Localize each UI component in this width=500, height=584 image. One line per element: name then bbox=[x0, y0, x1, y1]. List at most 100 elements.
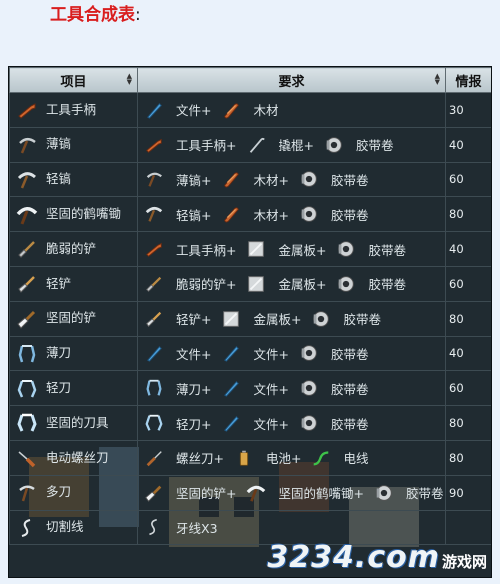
requirement-text: 木材+ bbox=[253, 207, 289, 223]
requirement-text: 轻铲+ bbox=[176, 312, 212, 328]
file-icon bbox=[221, 378, 241, 398]
item-cell: 电动螺丝刀 bbox=[9, 439, 138, 476]
requirement-item: 撬棍+ bbox=[246, 135, 323, 155]
info-cell: 40 bbox=[445, 335, 491, 372]
item-name: 轻镐 bbox=[46, 171, 72, 187]
sturdy-pickaxe-icon bbox=[246, 483, 266, 503]
info-cell: 80 bbox=[445, 300, 491, 337]
sort-arrows-icon[interactable]: ▲ ▼ bbox=[127, 73, 132, 86]
tool-handle-icon bbox=[16, 99, 38, 121]
info-cell: 40 bbox=[445, 231, 491, 267]
requirement-text: 文件+ bbox=[253, 346, 289, 362]
requirement-cell: 轻铲+ 金属板+ 胶带卷 bbox=[137, 300, 446, 337]
requirement-text: 金属板+ bbox=[253, 312, 302, 328]
table-row: 多刀 坚固的铲+ 坚固的鹤嘴锄+ 胶带卷 90 bbox=[9, 474, 491, 511]
item-name: 坚固的铲 bbox=[46, 310, 97, 326]
item-cell: 多刀 bbox=[9, 474, 138, 511]
item-cell: 坚固的铲 bbox=[9, 300, 138, 337]
item-cell: 坚固的刀具 bbox=[9, 405, 138, 441]
info-cell: 40 bbox=[445, 126, 491, 163]
requirement-item: 文件+ bbox=[221, 343, 298, 363]
item-name: 脆弱的铲 bbox=[46, 240, 97, 256]
item-cell: 轻刀 bbox=[9, 370, 138, 407]
tape-icon bbox=[299, 413, 319, 433]
table-header-row: 项目 ▲ ▼ 要求 ▲ ▼ 情报 bbox=[9, 67, 491, 93]
watermark-site: 游戏网 bbox=[441, 553, 487, 571]
tape-icon bbox=[336, 239, 356, 259]
table-row: 轻镐 薄镐+ 木材+ 胶带卷 60 bbox=[9, 161, 491, 198]
requirement-text: 脆弱的铲+ bbox=[176, 277, 237, 293]
requirement-text: 工具手柄+ bbox=[176, 138, 237, 154]
requirement-text: 电线 bbox=[343, 451, 369, 467]
info-cell: 90 bbox=[445, 474, 491, 511]
wood-icon bbox=[221, 100, 241, 120]
header-requirement-label: 要求 bbox=[278, 74, 305, 90]
light-blade-icon bbox=[144, 413, 164, 433]
header-info-label: 情报 bbox=[455, 74, 482, 90]
screwdriver-icon bbox=[144, 448, 164, 468]
page: 工具合成表: 项目 ▲ ▼ 要求 ▲ ▼ 情报 工具手柄 文件+ 木材 30 薄镐 工具手柄+ 撬棍… bbox=[0, 0, 500, 584]
sturdy-pickaxe-icon bbox=[16, 204, 38, 226]
header-requirement[interactable]: 要求 ▲ ▼ bbox=[137, 67, 446, 93]
requirement-text: 撬棍+ bbox=[278, 138, 314, 154]
requirement-text: 电池+ bbox=[265, 451, 302, 467]
requirement-text: 金属板+ bbox=[278, 242, 327, 258]
light-pickaxe-icon bbox=[144, 204, 164, 224]
table-row: 轻铲 脆弱的铲+ 金属板+ 胶带卷 60 bbox=[9, 265, 491, 302]
requirement-item: 牙线X3 bbox=[144, 517, 228, 537]
cutting-wire-icon bbox=[16, 517, 38, 539]
item-cell: 工具手柄 bbox=[9, 92, 138, 128]
table-row: 轻刀 薄刀+ 文件+ 胶带卷 60 bbox=[9, 370, 491, 407]
requirement-item: 坚固的铲+ bbox=[144, 483, 246, 503]
sort-arrows-icon[interactable]: ▲ ▼ bbox=[435, 73, 440, 86]
info-cell: 30 bbox=[445, 92, 491, 128]
metal-sheet-icon bbox=[246, 239, 266, 259]
wood-icon bbox=[221, 204, 241, 224]
requirement-item: 胶带卷 bbox=[299, 413, 379, 433]
file-icon bbox=[221, 413, 241, 433]
header-item-label: 项目 bbox=[60, 74, 87, 90]
requirement-item: 胶带卷 bbox=[311, 309, 391, 329]
sturdy-shovel-icon bbox=[16, 308, 38, 330]
light-shovel-icon bbox=[16, 273, 38, 295]
item-cell: 轻镐 bbox=[9, 161, 138, 198]
requirement-text: 胶带卷 bbox=[330, 207, 369, 223]
requirement-item: 金属板+ bbox=[246, 239, 336, 259]
floss-icon bbox=[144, 517, 164, 537]
sturdy-shovel-icon bbox=[144, 483, 164, 503]
file-icon bbox=[221, 343, 241, 363]
thin-pickaxe-icon bbox=[144, 169, 164, 189]
requirement-item: 文件+ bbox=[144, 100, 221, 120]
wire-icon bbox=[311, 448, 331, 468]
requirement-item: 胶带卷 bbox=[324, 135, 404, 155]
requirement-item: 轻刀+ bbox=[144, 413, 221, 433]
requirement-cell: 薄镐+ 木材+ 胶带卷 bbox=[137, 161, 446, 198]
fragile-shovel-icon bbox=[16, 238, 38, 260]
light-pickaxe-icon bbox=[16, 169, 38, 191]
requirement-item: 胶带卷 bbox=[299, 343, 379, 363]
electric-screwdriver-icon bbox=[16, 447, 38, 469]
info-cell: 80 bbox=[445, 405, 491, 441]
item-name: 坚固的鹤嘴锄 bbox=[46, 206, 122, 222]
requirement-cell: 工具手柄+ 撬棍+ 胶带卷 bbox=[137, 126, 446, 163]
crowbar-icon bbox=[246, 135, 266, 155]
item-cell: 坚固的鹤嘴锄 bbox=[9, 196, 138, 233]
requirement-item: 胶带卷 bbox=[336, 239, 416, 259]
requirement-text: 坚固的鹤嘴锄+ bbox=[278, 486, 364, 502]
requirement-cell: 轻刀+ 文件+ 胶带卷 bbox=[137, 405, 446, 441]
thin-pickaxe-icon bbox=[16, 134, 38, 156]
requirement-text: 文件+ bbox=[253, 381, 289, 397]
item-name: 薄镐 bbox=[46, 136, 72, 152]
requirement-text: 木材+ bbox=[253, 172, 289, 188]
requirement-text: 轻刀+ bbox=[176, 416, 212, 432]
requirement-item: 薄刀+ bbox=[144, 378, 221, 398]
header-info[interactable]: 情报 bbox=[445, 67, 491, 93]
tape-icon bbox=[311, 309, 331, 329]
table-row: 脆弱的铲 工具手柄+ 金属板+ 胶带卷 40 bbox=[9, 231, 491, 267]
requirement-item: 轻镐+ bbox=[144, 204, 221, 224]
watermark-number: 3234.com bbox=[267, 540, 440, 575]
header-item[interactable]: 项目 ▲ ▼ bbox=[9, 67, 138, 93]
requirement-item: 螺丝刀+ bbox=[144, 448, 234, 468]
requirement-cell: 文件+ 文件+ 胶带卷 bbox=[137, 335, 446, 372]
page-title: 工具合成表: bbox=[50, 4, 141, 26]
